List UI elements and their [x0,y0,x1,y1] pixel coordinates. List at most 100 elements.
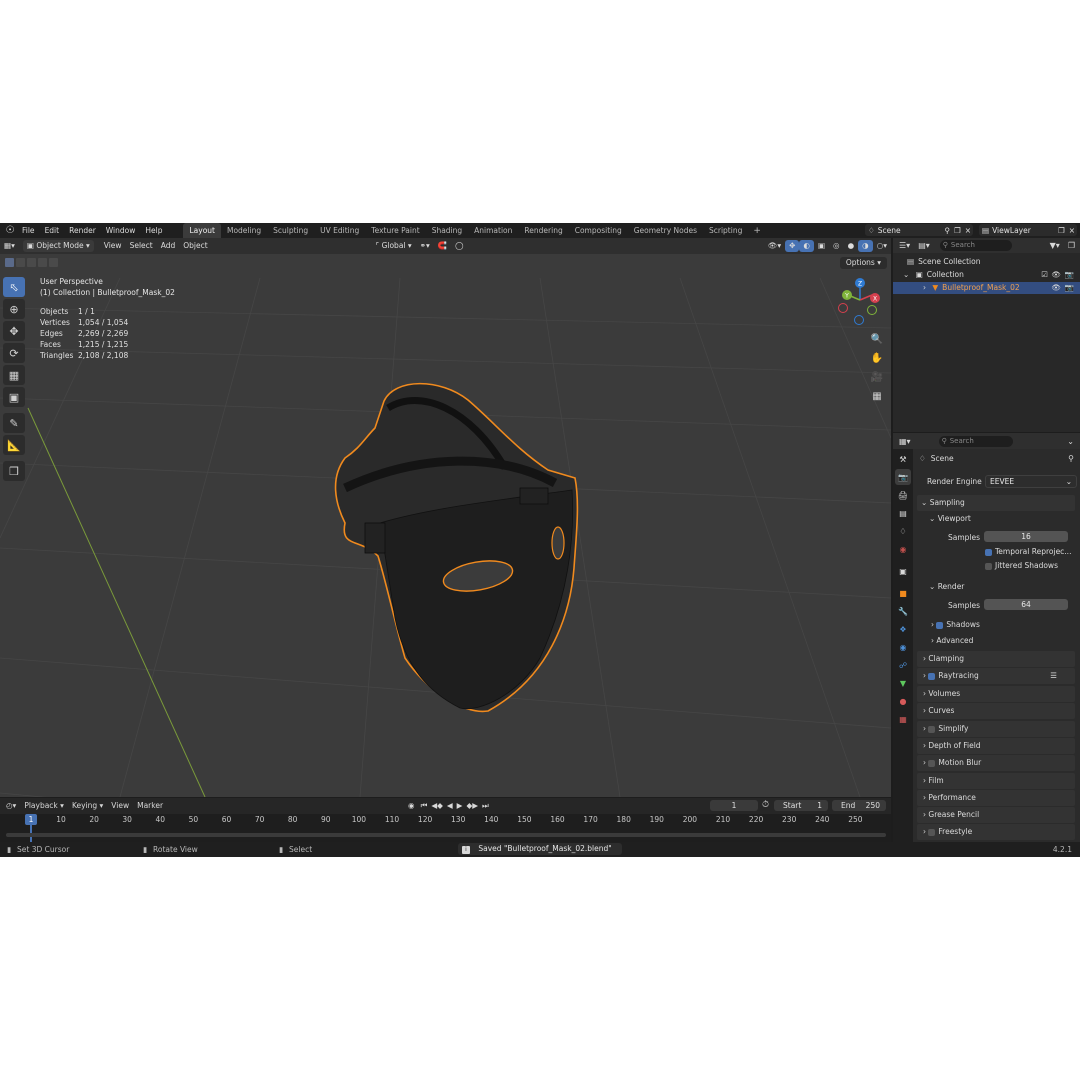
jump-keyframe-back-icon[interactable]: ◀◆ [429,801,445,810]
collection-checkbox-icon[interactable]: ☑ [1041,269,1048,281]
scale-tool-icon[interactable]: ▦ [3,365,25,385]
menu-playback[interactable]: Playback ▾ [20,801,68,810]
viewport-canvas[interactable]: Z X Y [0,238,891,797]
add-workspace-icon[interactable]: + [748,226,766,236]
tool-tab-icon[interactable]: ⚒ [895,451,911,467]
xray-icon[interactable]: ▣ [814,240,829,252]
motion-blur-panel[interactable]: › Motion Blur [917,755,1075,771]
outliner-row-scene-collection[interactable]: ▤ Scene Collection [893,256,1080,268]
physics-tab-icon[interactable]: ◉ [895,639,911,655]
outliner-search-input[interactable]: ⚲ Search [939,240,1012,251]
move-tool-icon[interactable]: ✥ [3,321,25,341]
hide-eye-icon[interactable]: 👁 [1051,282,1061,294]
transform-orientation-dropdown[interactable]: ⌜ Global ▾ [372,240,416,252]
pin-icon[interactable]: ⚲ [942,226,952,235]
viewport-samples-field[interactable]: 16 [984,531,1068,542]
select-subtract-icon[interactable] [27,257,36,267]
texture-tab-icon[interactable]: ▦ [895,711,911,727]
tab-animation[interactable]: Animation [468,223,518,238]
collection-tab-icon[interactable]: ▣ [895,563,911,579]
proportional-edit-icon[interactable]: ◯ [451,240,467,252]
simplify-panel[interactable]: › Simplify [917,721,1075,737]
tab-compositing[interactable]: Compositing [569,223,628,238]
outliner-row-collection[interactable]: ⌄ ▣ Collection ☑ 👁 📷 [893,269,1080,281]
grease-pencil-panel[interactable]: › Grease Pencil [917,807,1075,823]
scene-tab-icon[interactable]: ♢ [895,523,911,539]
pin-icon[interactable]: ⚲ [1068,454,1074,463]
sampling-panel[interactable]: ⌄ Sampling [917,495,1075,511]
outliner-row-bulletproof-mask[interactable]: › ▼ Bulletproof_Mask_02 👁 📷 [893,282,1080,294]
camera-view-icon[interactable]: 🎥 [868,369,886,385]
world-tab-icon[interactable]: ◉ [895,541,911,557]
shadows-subpanel[interactable]: › Shadows [931,620,980,629]
zoom-icon[interactable]: 🔍 [868,331,886,347]
stopwatch-icon[interactable]: ⏱ [762,800,769,810]
timeline-editor-type-icon[interactable]: ◴▾ [0,801,20,810]
jittered-shadows-checkbox[interactable]: Jittered Shadows [985,561,1058,570]
end-frame-field[interactable]: End 250 [832,800,886,811]
rotate-tool-icon[interactable]: ⟳ [3,343,25,363]
visibility-icon[interactable]: 👁▾ [764,240,785,252]
filter-icon[interactable]: ▼▾ [1047,241,1063,250]
select-new-icon[interactable] [5,257,14,267]
jump-start-icon[interactable]: ⏮ [419,801,430,811]
render-engine-dropdown[interactable]: EEVEE ⌄ [985,475,1077,488]
menu-render[interactable]: Render [64,223,101,238]
new-view-layer-icon[interactable]: ❐ [1056,226,1067,235]
list-icon[interactable]: ☰ [1050,668,1057,684]
film-panel[interactable]: › Film [917,773,1075,789]
properties-options-icon[interactable]: ⌄ [1061,437,1080,446]
jump-end-icon[interactable]: ⏭ [480,801,491,811]
blender-logo-icon[interactable]: ☉ [3,223,17,238]
tab-rendering[interactable]: Rendering [518,223,568,238]
menu-timeline-view[interactable]: View [107,801,133,810]
tab-sculpting[interactable]: Sculpting [267,223,314,238]
start-frame-field[interactable]: Start 1 [774,800,828,811]
ortho-grid-icon[interactable]: ▦ [868,388,886,404]
snap-icon[interactable]: 🧲 [434,240,451,252]
render-samples-field[interactable]: 64 [984,599,1068,610]
tab-texture-paint[interactable]: Texture Paint [365,223,425,238]
play-reverse-icon[interactable]: ◀ [445,801,455,810]
measure-tool-icon[interactable]: 📐 [3,435,25,455]
tab-scripting[interactable]: Scripting [703,223,748,238]
3d-viewport[interactable]: Z X Y ▦▾ ▣ Object Mode ▾ View Select Add… [0,238,891,797]
menu-keying[interactable]: Keying ▾ [68,801,107,810]
select-intersect-icon[interactable] [49,257,58,267]
playhead[interactable]: 1 [25,814,37,825]
timeline-ruler[interactable]: 10 20 30 40 50 60 70 80 90 100 110 120 130 140 150 160 1… [0,814,891,842]
output-tab-icon[interactable]: 🖨 [895,487,911,503]
shading-rendered-icon[interactable]: ○▾ [873,240,891,252]
render-subpanel[interactable]: ⌄ Render [929,582,964,591]
select-invert-icon[interactable] [38,257,47,267]
render-camera-icon[interactable]: 📷 [1065,269,1074,281]
render-tab-icon[interactable]: 📷 [895,469,911,485]
select-box-tool-icon[interactable]: ⬁ [3,277,25,297]
particles-tab-icon[interactable]: ❖ [895,621,911,637]
menu-select[interactable]: Select [126,240,157,252]
expand-right-icon[interactable]: › [923,283,926,292]
timeline-scrollbar[interactable] [6,833,886,837]
clamping-panel[interactable]: › Clamping [917,651,1075,667]
display-mode-icon[interactable]: ▤▾ [914,241,934,250]
menu-object[interactable]: Object [179,240,211,252]
transform-tool-icon[interactable]: ▣ [3,387,25,407]
properties-editor-type-icon[interactable]: ▦▾ [893,437,915,446]
tab-geometry-nodes[interactable]: Geometry Nodes [628,223,703,238]
render-camera-icon[interactable]: 📷 [1065,282,1074,294]
expand-down-icon[interactable]: ⌄ [903,270,909,279]
close-icon[interactable]: × [1067,226,1077,235]
object-mode-dropdown[interactable]: ▣ Object Mode ▾ [22,240,94,252]
menu-marker[interactable]: Marker [133,801,167,810]
depth-of-field-panel[interactable]: › Depth of Field [917,738,1075,754]
shading-material-icon[interactable]: ◑ [858,240,873,252]
volumes-panel[interactable]: › Volumes [917,686,1075,702]
curves-panel[interactable]: › Curves [917,703,1075,719]
current-frame-field[interactable]: 1 [710,800,758,811]
new-collection-icon[interactable]: ❐ [1063,241,1080,250]
view-layer-selector[interactable]: ▤ ViewLayer ❐ × [979,224,1077,236]
jump-keyframe-forward-icon[interactable]: ◆▶ [464,801,480,810]
view-layer-tab-icon[interactable]: ▤ [895,505,911,521]
close-icon[interactable]: × [963,226,973,235]
gizmo-toggle-icon[interactable]: ✥ [785,240,800,252]
